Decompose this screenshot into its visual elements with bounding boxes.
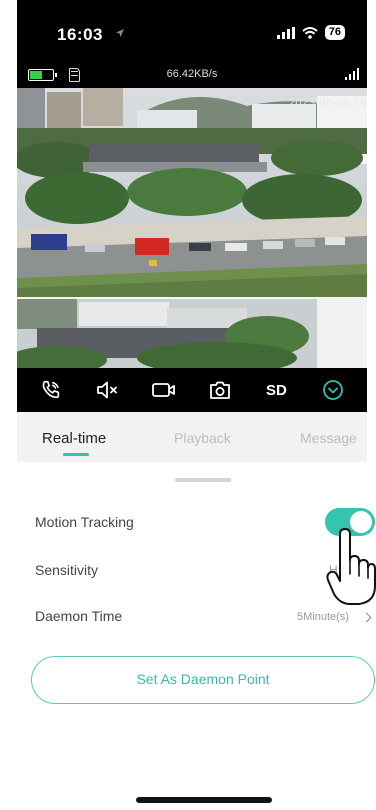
location-arrow-icon bbox=[116, 29, 124, 37]
daemon-time-value[interactable]: 5Minute(s) bbox=[297, 611, 349, 623]
expand-button[interactable] bbox=[316, 373, 350, 407]
motion-tracking-label: Motion Tracking bbox=[35, 514, 134, 530]
daemon-time-label: Daemon Time bbox=[35, 608, 123, 624]
call-button[interactable] bbox=[34, 373, 68, 407]
chevron-right-icon[interactable] bbox=[361, 612, 372, 623]
battery-badge: 76 bbox=[324, 25, 345, 40]
mute-button[interactable] bbox=[90, 373, 124, 407]
panel-drag-handle[interactable] bbox=[175, 478, 231, 482]
wifi-icon bbox=[302, 26, 318, 39]
camera-info-bar: 66.42KB/s bbox=[17, 62, 367, 88]
feed-timestamp: 2023-09-08 16:0 bbox=[288, 97, 367, 109]
phone-call-icon bbox=[42, 380, 60, 399]
active-tab-indicator bbox=[63, 453, 89, 456]
record-icon bbox=[151, 383, 175, 397]
sd-quality-button[interactable]: SD bbox=[259, 373, 293, 407]
settings-panel: Motion Tracking Sensitivity H Daemon Tim… bbox=[17, 462, 375, 712]
tab-message[interactable]: Message bbox=[300, 430, 357, 446]
tab-bar: Real-time Playback Message bbox=[17, 412, 367, 462]
tab-playback[interactable]: Playback bbox=[174, 430, 231, 446]
home-indicator[interactable] bbox=[136, 797, 272, 803]
camera-signal-icon bbox=[344, 68, 359, 80]
camera-feed[interactable]: 2023-09-08 16:0 bbox=[17, 88, 367, 368]
tab-realtime[interactable]: Real-time bbox=[42, 430, 106, 447]
record-button[interactable] bbox=[147, 373, 181, 407]
camera-icon bbox=[210, 381, 231, 399]
speaker-mute-icon bbox=[97, 381, 118, 399]
status-indicators: 76 bbox=[276, 25, 345, 40]
status-bar: 16:03 76 bbox=[17, 0, 367, 62]
snapshot-button[interactable] bbox=[203, 373, 237, 407]
camera-feed-image bbox=[17, 88, 367, 368]
hand-pointer-icon bbox=[326, 528, 376, 605]
camera-toolbar: SD bbox=[17, 368, 367, 412]
sensitivity-label: Sensitivity bbox=[35, 562, 99, 578]
cellular-signal-icon bbox=[276, 26, 295, 39]
chevron-circle-icon bbox=[322, 380, 343, 400]
set-daemon-point-button[interactable]: Set As Daemon Point bbox=[31, 656, 375, 704]
status-time: 16:03 bbox=[57, 25, 103, 44]
bitrate-readout: 66.42KB/s bbox=[166, 68, 218, 80]
